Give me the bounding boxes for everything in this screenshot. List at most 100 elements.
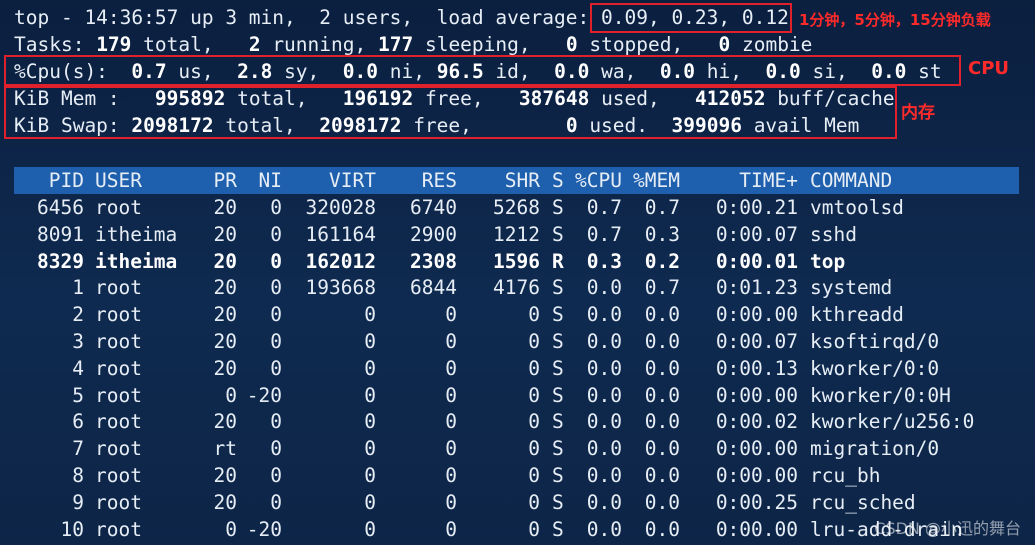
cell-mem: 0.0 (644, 410, 680, 434)
col-virt[interactable]: VIRT (290, 167, 376, 194)
cell-ni: 0 (270, 330, 282, 353)
cell-ni: 0 (270, 356, 282, 380)
process-row[interactable]: 8 root 20 0 0 0 0 S 0.0 0.0 0:00.00 rcu_bh (0, 462, 1035, 489)
col-mem[interactable]: %MEM (628, 167, 680, 194)
col-ni[interactable]: NI (240, 167, 282, 194)
cell-user: root (95, 410, 142, 434)
cell-virt: 193668 (305, 276, 376, 300)
cell-ni: -20 (246, 517, 282, 541)
cell-command: migration/0 (810, 437, 940, 461)
cell-ni: 0 (270, 303, 282, 327)
cell-state: S (552, 330, 564, 353)
cell-time: 0:00.01 (715, 249, 798, 273)
cell-ni: 0 (270, 410, 282, 434)
process-row[interactable]: 3 root 20 0 0 0 0 S 0.0 0.0 0:00.07 ksoftirqd/0 (0, 328, 1035, 355)
cell-shr: 1212 (493, 222, 540, 246)
cell-res: 0 (445, 303, 457, 327)
cell-mem: 0.7 (644, 196, 680, 219)
col-command[interactable]: COMMAND (810, 167, 892, 194)
process-row[interactable]: 8091 itheima 20 0 161164 2900 1212 S 0.7 0.3 0:00.… (0, 221, 1035, 248)
tasks-sep: total, (131, 33, 249, 56)
col-s[interactable]: S (552, 167, 564, 194)
cell-time: 0:00.00 (715, 383, 798, 407)
cell-mem: 0.0 (644, 517, 680, 541)
col-pr[interactable]: PR (190, 167, 237, 194)
cell-command: kthreadd (810, 303, 904, 327)
process-row[interactable]: 4 root 20 0 0 0 0 S 0.0 0.0 0:00.13 kworker/0:0 (0, 355, 1035, 382)
cell-command: systemd (810, 276, 893, 300)
tasks-sep: sleeping, (413, 33, 566, 56)
cell-time: 0:01.23 (715, 276, 798, 300)
cell-pr: rt (213, 437, 237, 461)
cell-pr: 20 (213, 330, 237, 353)
cell-virt: 320028 (305, 196, 376, 219)
cell-shr: 0 (528, 437, 540, 461)
cell-res: 0 (445, 464, 457, 487)
cell-mem: 0.3 (644, 222, 680, 246)
process-row[interactable]: 6456 root 20 0 320028 6740 5268 S 0.7 0.7 0:00.21 v… (0, 194, 1035, 221)
cell-mem: 0.0 (644, 464, 680, 487)
process-row[interactable]: 8329 itheima 20 0 162012 2308 1596 R 0.3 0.2 0:00.… (0, 248, 1035, 275)
cell-virt: 0 (364, 437, 376, 461)
cell-time: 0:00.13 (715, 356, 798, 380)
cell-virt: 0 (364, 356, 376, 380)
cell-virt: 161164 (305, 222, 376, 246)
cell-state: S (552, 222, 564, 246)
cell-mem: 0.0 (644, 330, 680, 353)
process-row[interactable]: 6 root 20 0 0 0 0 S 0.0 0.0 0:00.02 kworker/u256:0 (0, 408, 1035, 435)
cell-pid: 3 (72, 330, 84, 353)
process-row[interactable]: 9 root 20 0 0 0 0 S 0.0 0.0 0:00.25 rcu_sched (0, 489, 1035, 516)
cell-user: itheima (95, 249, 178, 273)
col-shr[interactable]: SHR (465, 167, 540, 194)
cell-state: S (552, 517, 564, 541)
cell-user: root (95, 356, 142, 380)
cell-time: 0:00.21 (715, 196, 798, 219)
cell-virt: 162012 (305, 249, 376, 273)
col-pid[interactable]: PID (14, 167, 84, 194)
cell-pr: 0 (225, 383, 237, 407)
cell-res: 0 (445, 517, 457, 541)
cell-shr: 1596 (493, 249, 540, 273)
cell-state: S (552, 490, 564, 514)
cell-time: 0:00.25 (715, 490, 798, 514)
cell-pr: 20 (213, 222, 237, 246)
process-row[interactable]: 5 root 0 -20 0 0 0 S 0.0 0.0 0:00.00 kworker/0:0H (0, 382, 1035, 409)
process-row[interactable]: 7 root rt 0 0 0 0 S 0.0 0.0 0:00.00 migration/0 (0, 435, 1035, 462)
load-annotation: 1分钟，5分钟，15分钟负载 (799, 11, 991, 29)
cell-command: vmtoolsd (810, 196, 904, 219)
cell-mem: 0.0 (644, 437, 680, 461)
cell-shr: 0 (528, 410, 540, 434)
cell-time: 0:00.00 (715, 464, 798, 487)
cell-cpu: 0.0 (586, 356, 622, 380)
cell-shr: 4176 (493, 276, 540, 300)
cell-pid: 10 (60, 517, 84, 541)
cell-virt: 0 (364, 303, 376, 327)
cell-pid: 4 (72, 356, 84, 380)
cell-time: 0:00.07 (715, 222, 798, 246)
cell-state: R (552, 249, 564, 273)
cell-res: 2308 (410, 249, 457, 273)
cell-cpu: 0.0 (586, 517, 622, 541)
cell-cpu: 0.3 (586, 249, 622, 273)
tasks-label: Tasks: (14, 33, 97, 56)
process-row[interactable]: 2 root 20 0 0 0 0 S 0.0 0.0 0:00.00 kthreadd (0, 301, 1035, 328)
col-cpu[interactable]: %CPU (570, 167, 622, 194)
cell-user: root (95, 276, 142, 300)
cell-cpu: 0.0 (586, 410, 622, 434)
cell-shr: 0 (528, 517, 540, 541)
cell-state: S (552, 276, 564, 300)
cell-shr: 0 (528, 303, 540, 327)
cell-pid: 1 (72, 276, 84, 300)
cell-cpu: 0.0 (586, 383, 622, 407)
cell-res: 0 (445, 410, 457, 434)
cell-pid: 5 (72, 383, 84, 407)
process-row[interactable]: 1 root 20 0 193668 6844 4176 S 0.0 0.7 0:01.23 syst… (0, 274, 1035, 301)
cell-pr: 20 (213, 464, 237, 487)
cell-pr: 20 (213, 356, 237, 380)
cell-user: root (95, 196, 142, 219)
cell-res: 0 (445, 383, 457, 407)
col-user[interactable]: USER (95, 167, 142, 194)
col-res[interactable]: RES (385, 167, 457, 194)
col-time[interactable]: TIME+ (690, 167, 798, 194)
cell-state: S (552, 196, 564, 219)
